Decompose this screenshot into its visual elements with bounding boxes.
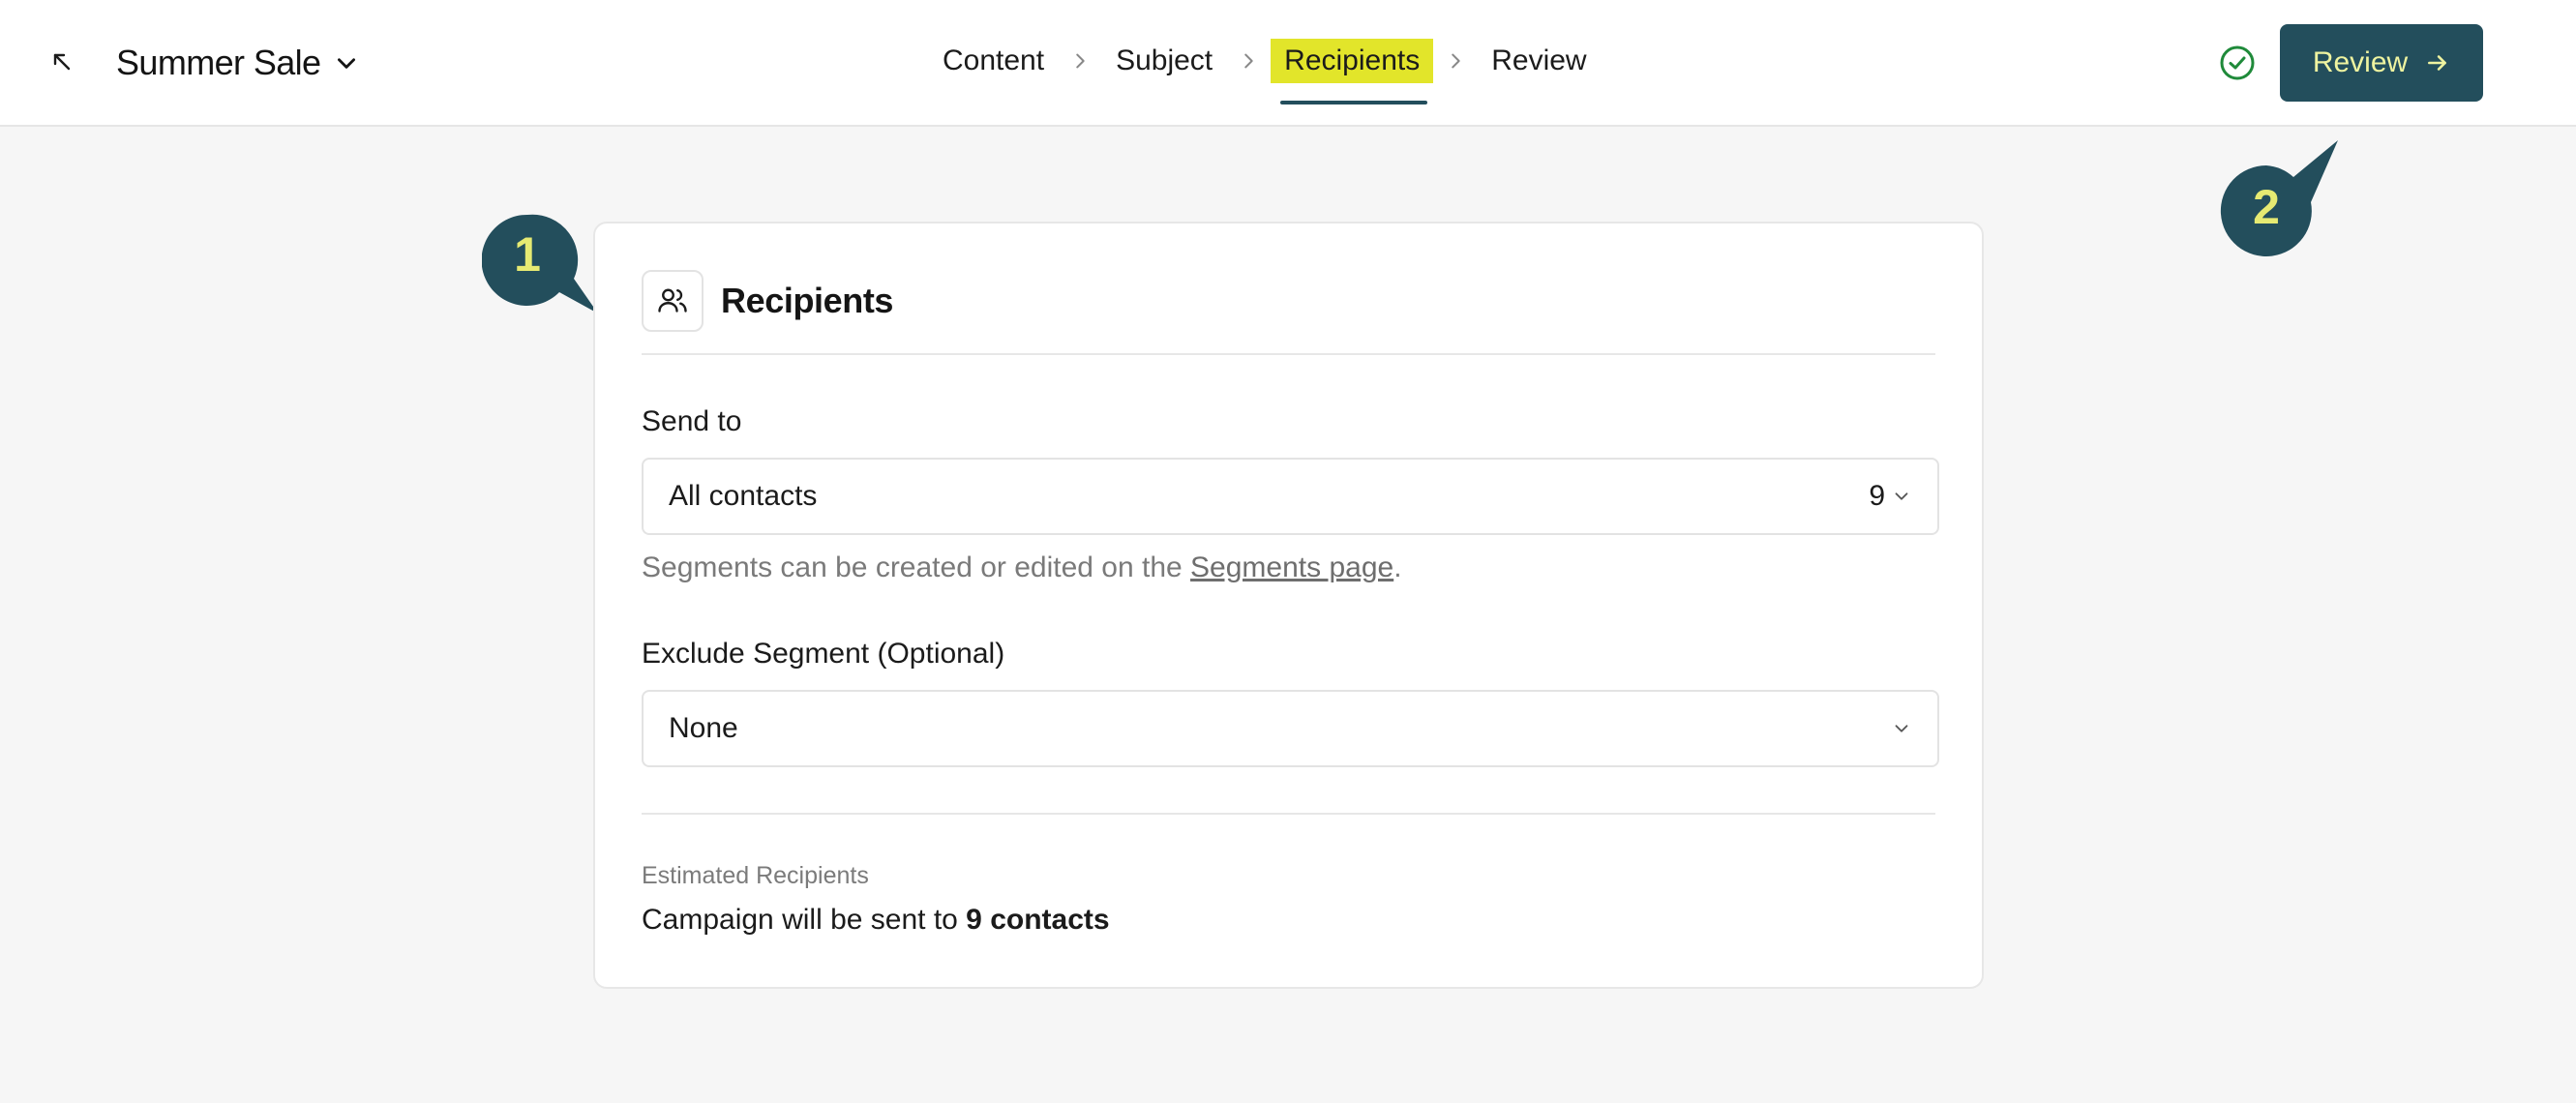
- chevron-down-icon: [1895, 725, 1908, 732]
- step-breadcrumb: Content Subject Recipients Review: [929, 32, 1601, 104]
- chevron-right-icon: [1439, 45, 1472, 77]
- card-title: Recipients: [721, 281, 894, 320]
- estimated-recipients-text: Campaign will be sent to 9 contacts: [642, 904, 1110, 937]
- divider: [642, 813, 1935, 815]
- step-review[interactable]: Review: [1478, 39, 1600, 83]
- estimate-prefix: Campaign will be sent to: [642, 904, 967, 936]
- send-to-value: All contacts: [669, 480, 818, 512]
- callout-number-1: 1: [514, 227, 541, 282]
- exclude-segment-select[interactable]: None: [642, 690, 1939, 767]
- callout-number-2: 2: [2253, 180, 2280, 234]
- exclude-segment-label: Exclude Segment (Optional): [642, 638, 1005, 670]
- callout-marker-1: 1: [481, 213, 608, 319]
- users-icon: [642, 270, 704, 332]
- exclude-segment-value: None: [669, 712, 738, 744]
- back-arrow-icon[interactable]: [43, 43, 81, 81]
- helper-suffix: .: [1393, 552, 1402, 583]
- estimated-recipients-label: Estimated Recipients: [642, 862, 869, 889]
- card-header: Recipients: [642, 270, 1935, 355]
- segments-helper-text: Segments can be created or edited on the…: [642, 552, 1402, 584]
- step-content[interactable]: Content: [929, 39, 1058, 83]
- recipients-card: Recipients Send to All contacts 9 Segmen…: [593, 222, 1984, 989]
- helper-prefix: Segments can be created or edited on the: [642, 552, 1191, 583]
- campaign-name-dropdown[interactable]: Summer Sale: [116, 39, 359, 87]
- chevron-right-icon: [1232, 45, 1265, 77]
- contact-count: 9: [1869, 480, 1885, 512]
- chevron-down-icon: [1895, 492, 1908, 500]
- arrow-right-icon: [2428, 55, 2447, 71]
- chevron-right-icon: [1063, 45, 1096, 77]
- send-to-label: Send to: [642, 405, 742, 437]
- step-subject[interactable]: Subject: [1102, 39, 1226, 83]
- segments-page-link[interactable]: Segments page: [1190, 552, 1393, 583]
- review-button-label: Review: [2312, 46, 2409, 78]
- campaign-name: Summer Sale: [116, 43, 321, 82]
- check-circle-icon: [2220, 45, 2255, 80]
- review-button[interactable]: Review: [2280, 24, 2483, 102]
- top-bar: Summer Sale Content Subject Recipients R…: [0, 0, 2576, 127]
- callout-marker-2: 2: [2220, 140, 2346, 261]
- estimate-count: 9 contacts: [966, 904, 1110, 936]
- chevron-down-icon: [338, 58, 356, 69]
- step-recipients[interactable]: Recipients: [1271, 39, 1434, 104]
- send-to-select[interactable]: All contacts 9: [642, 458, 1939, 535]
